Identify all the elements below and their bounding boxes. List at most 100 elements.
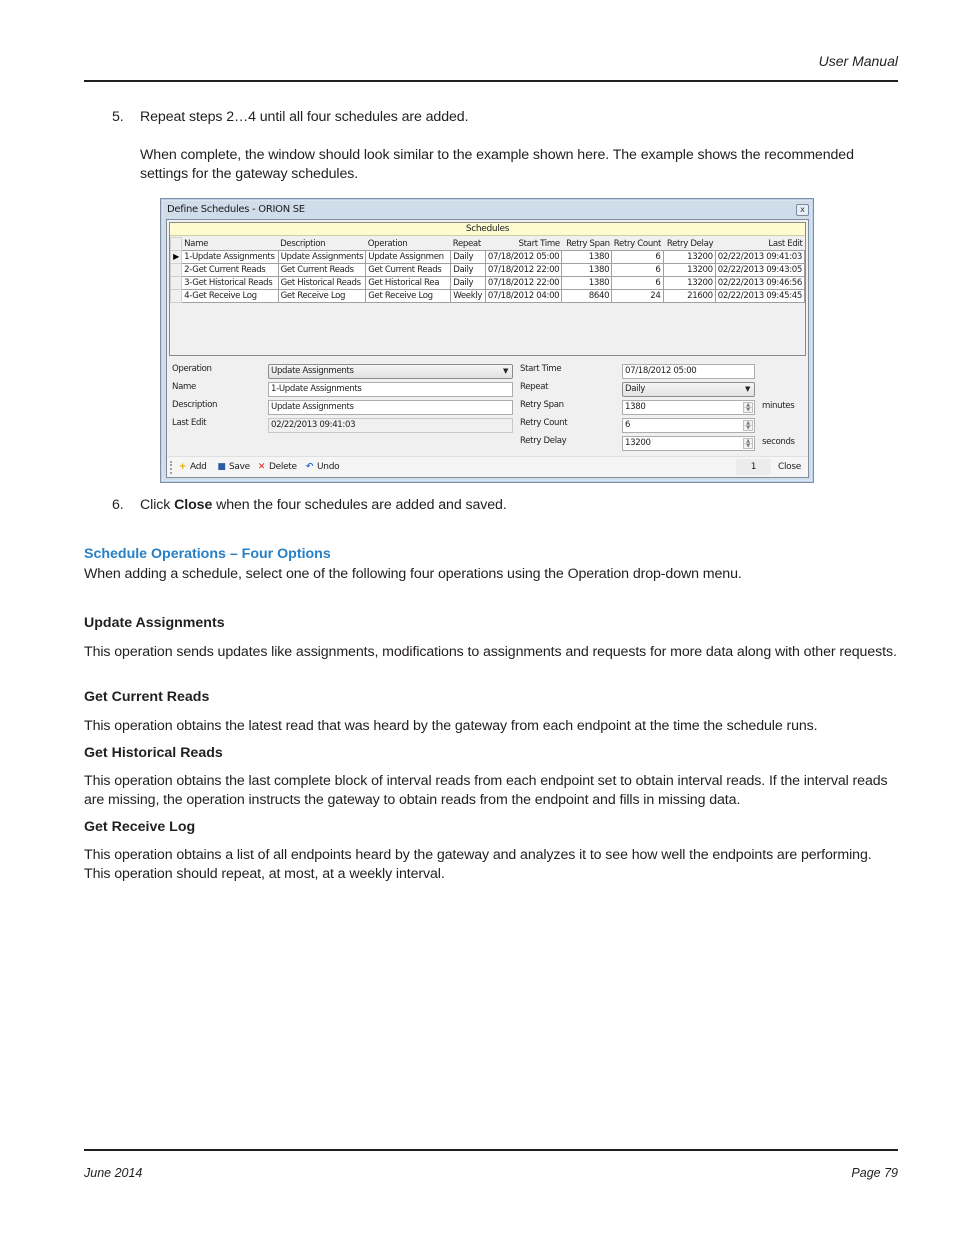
cell-operation[interactable]: Get Receive Log (365, 289, 452, 303)
cell-start-time[interactable]: 07/18/2012 04:00 (484, 289, 563, 303)
retry-span-spin-buttons[interactable]: ▲ ▼ (743, 402, 753, 413)
step-text-bold: Close (174, 497, 213, 513)
retry-span-stepper[interactable]: 1380 ▲ ▼ (622, 400, 755, 415)
cell-last-edit[interactable]: 02/22/2013 09:45:45 (714, 289, 806, 303)
cell-start-time[interactable]: 07/18/2012 22:00 (484, 263, 563, 277)
operation-description: This operation obtains the latest read t… (84, 718, 818, 734)
cell-start-time[interactable]: 07/18/2012 22:00 (484, 276, 563, 290)
column-header-last-edit[interactable]: Last Edit (715, 237, 805, 251)
step-text-pre: Click (140, 497, 175, 513)
step-number: 5. (112, 109, 124, 125)
cell-start-time[interactable]: 07/18/2012 05:00 (484, 250, 563, 264)
table-row[interactable]: 2-Get Current Reads Get Current Reads Ge… (169, 263, 806, 277)
current-row-marker-icon: ▶ (173, 252, 179, 261)
retry-delay-spin-buttons[interactable]: ▲ ▼ (743, 438, 753, 449)
cell-repeat[interactable]: Daily (450, 263, 486, 277)
retry-delay-unit: seconds (762, 437, 795, 447)
cell-retry-span[interactable]: 1380 (561, 276, 613, 290)
row-header[interactable] (169, 263, 183, 277)
cell-retry-delay[interactable]: 13200 (662, 276, 716, 290)
save-button[interactable]: ■ Save (216, 461, 250, 474)
cell-name[interactable]: 2-Get Current Reads (181, 263, 279, 277)
retry-delay-stepper[interactable]: 13200 ▲ ▼ (622, 436, 755, 451)
cell-repeat[interactable]: Weekly (450, 289, 486, 303)
table-header-row: Name Description Operation Repeat Start … (169, 237, 805, 251)
add-button[interactable]: + Add (177, 461, 207, 474)
window-close-button[interactable]: x (796, 204, 809, 216)
cell-retry-count[interactable]: 6 (611, 263, 664, 277)
start-time-value: 07/18/2012 05:00 (625, 366, 697, 376)
column-header-description[interactable]: Description (278, 237, 366, 251)
cell-retry-delay[interactable]: 21600 (662, 289, 716, 303)
step-number: 6. (112, 497, 124, 513)
column-header-operation[interactable]: Operation (365, 237, 451, 251)
operation-value: Update Assignments (271, 366, 354, 376)
page-header: User Manual (84, 52, 898, 82)
window-client-area: Schedules Name Description Operation Rep… (166, 219, 809, 478)
cell-description[interactable]: Get Current Reads (277, 263, 367, 277)
cell-retry-span[interactable]: 8640 (561, 289, 613, 303)
cell-operation[interactable]: Update Assignmen (365, 250, 452, 264)
cell-retry-count[interactable]: 6 (611, 276, 664, 290)
column-header-retry-delay[interactable]: Retry Delay (663, 237, 716, 251)
close-button[interactable]: Close (778, 461, 801, 474)
table-row[interactable]: 4-Get Receive Log Get Receive Log Get Re… (169, 289, 806, 303)
column-header-start-time[interactable]: Start Time (485, 237, 562, 251)
column-header-retry-span[interactable]: Retry Span (561, 237, 612, 251)
delete-label: Delete (269, 462, 297, 472)
retry-count-spin-buttons[interactable]: ▲ ▼ (743, 420, 753, 431)
delete-button[interactable]: ✕ Delete (256, 461, 297, 474)
cell-last-edit[interactable]: 02/22/2013 09:41:03 (714, 250, 806, 264)
cell-repeat[interactable]: Daily (450, 276, 486, 290)
operation-label: Operation (172, 364, 212, 374)
repeat-dropdown[interactable]: Daily ▼ (622, 382, 755, 397)
repeat-value: Daily (625, 384, 645, 394)
cell-retry-count[interactable]: 24 (611, 289, 664, 303)
cell-retry-span[interactable]: 1380 (561, 263, 613, 277)
cell-operation[interactable]: Get Current Reads (365, 263, 452, 277)
undo-icon: ↶ (305, 462, 314, 472)
spin-down-icon[interactable]: ▼ (744, 425, 752, 431)
column-header-name[interactable]: Name (181, 237, 279, 251)
step-text: Repeat steps 2…4 until all four schedule… (140, 109, 469, 125)
schedules-grid: Schedules Name Description Operation Rep… (169, 222, 806, 356)
cell-repeat[interactable]: Daily (450, 250, 486, 264)
name-field[interactable]: 1-Update Assignments (268, 382, 513, 397)
operation-dropdown[interactable]: Update Assignments ▼ (268, 364, 513, 379)
define-schedules-window: Define Schedules - ORION SE x Schedules … (160, 198, 814, 483)
column-header-retry-count[interactable]: Retry Count (611, 237, 664, 251)
spin-down-icon[interactable]: ▼ (744, 407, 752, 413)
cell-name[interactable]: 3-Get Historical Reads (181, 276, 279, 290)
start-time-field[interactable]: 07/18/2012 05:00 (622, 364, 755, 379)
row-header[interactable]: ▶ (169, 250, 183, 264)
cell-retry-span[interactable]: 1380 (561, 250, 613, 264)
cell-name[interactable]: 4-Get Receive Log (181, 289, 279, 303)
row-header[interactable] (169, 276, 183, 290)
step-text-post: when the four schedules are added and sa… (212, 497, 507, 513)
cell-last-edit[interactable]: 02/22/2013 09:46:56 (714, 276, 806, 290)
cell-name[interactable]: 1-Update Assignments (181, 250, 279, 264)
toolbar-grip[interactable] (170, 461, 172, 474)
cell-retry-delay[interactable]: 13200 (662, 263, 716, 277)
cell-description[interactable]: Get Receive Log (277, 289, 367, 303)
retry-count-stepper[interactable]: 6 ▲ ▼ (622, 418, 755, 433)
row-header-corner (169, 237, 183, 251)
table-row[interactable]: ▶ 1-Update Assignments Update Assignment… (169, 250, 806, 264)
row-header[interactable] (169, 289, 183, 303)
last-edit-label: Last Edit (172, 418, 207, 428)
table-row[interactable]: 3-Get Historical Reads Get Historical Re… (169, 276, 806, 290)
step-text: Click Close when the four schedules are … (140, 496, 900, 515)
cell-description[interactable]: Update Assignments (277, 250, 367, 264)
spin-down-icon[interactable]: ▼ (744, 443, 752, 449)
cell-retry-count[interactable]: 6 (611, 250, 664, 264)
section-subheading: Schedule Operations – Four Options (84, 546, 331, 562)
cell-operation[interactable]: Get Historical Rea (365, 276, 452, 290)
cell-last-edit[interactable]: 02/22/2013 09:43:05 (714, 263, 806, 277)
description-field[interactable]: Update Assignments (268, 400, 513, 415)
operation-heading: Get Historical Reads (84, 745, 223, 761)
cell-retry-delay[interactable]: 13200 (662, 250, 716, 264)
cell-description[interactable]: Get Historical Reads (277, 276, 367, 290)
undo-button[interactable]: ↶ Undo (304, 461, 340, 474)
start-time-label: Start Time (520, 364, 562, 374)
column-header-repeat[interactable]: Repeat (450, 237, 486, 251)
